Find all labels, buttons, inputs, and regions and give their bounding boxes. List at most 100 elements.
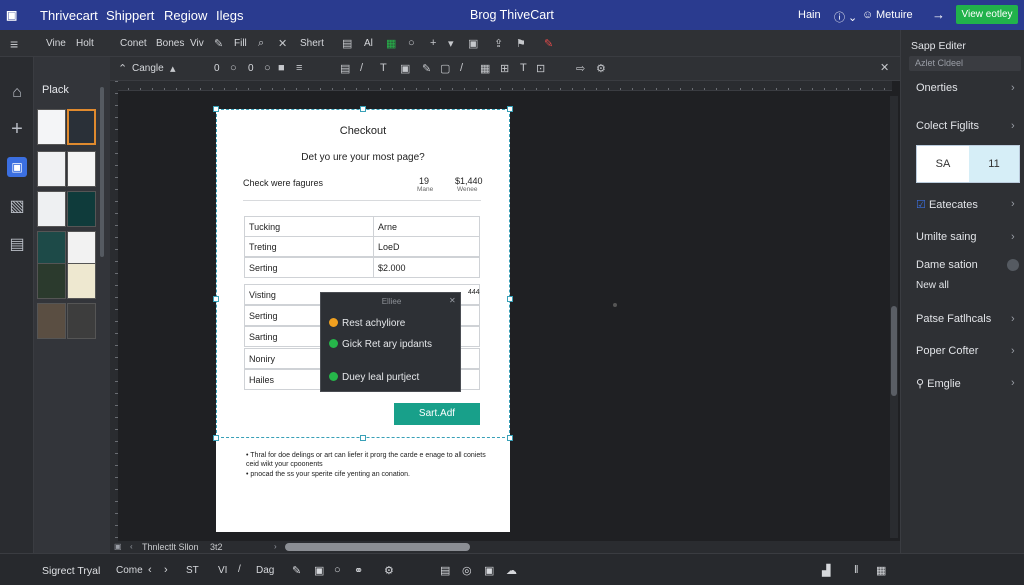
chevron-right-icon[interactable]: › — [1011, 313, 1015, 325]
send-icon[interactable]: ⇨ — [576, 62, 585, 75]
image-icon[interactable]: ▣ — [468, 37, 478, 50]
dag-label[interactable]: Dag — [256, 565, 274, 576]
toolbar-fill[interactable]: Fill — [234, 38, 247, 49]
toolbar-holt[interactable]: Holt — [76, 38, 94, 49]
panel-item-eatecates[interactable]: ☑ Eatecates — [916, 198, 978, 211]
box-icon[interactable]: ▢ — [440, 62, 450, 75]
toggle-icon[interactable] — [1007, 259, 1019, 271]
panel-item-dame[interactable]: Dame sation — [916, 259, 978, 271]
popup-item[interactable]: Duey leal purtject — [329, 372, 419, 383]
resize-handle[interactable] — [507, 435, 513, 441]
dropdown-icon[interactable]: ▾ — [448, 37, 454, 50]
settings-icon[interactable]: ⚙ — [596, 62, 606, 75]
layout-icon[interactable]: ▤ — [342, 37, 352, 50]
close-panel-icon[interactable]: ✕ — [880, 61, 889, 74]
popup-item[interactable]: Gick Ret ary ipdants — [329, 339, 432, 350]
help-icon[interactable]: ⓘ ⌄ — [834, 9, 857, 25]
resize-handle[interactable] — [507, 106, 513, 112]
resize-handle[interactable] — [360, 106, 366, 112]
page-thumbnail[interactable] — [37, 263, 66, 299]
italic-icon[interactable]: / — [360, 62, 363, 74]
pen-icon[interactable]: ✎ — [292, 564, 301, 577]
pause-icon[interactable]: ‖ — [854, 564, 859, 576]
page-thumbnail[interactable] — [67, 231, 96, 267]
toolbar-shert[interactable]: Shert — [300, 38, 324, 49]
panel-item-umilte[interactable]: Umilte saing — [916, 231, 977, 243]
toolbar-al[interactable]: Al — [364, 38, 373, 49]
page-thumbnail[interactable] — [37, 191, 66, 227]
link-icon[interactable]: ⊞ — [500, 62, 509, 75]
come-label[interactable]: Come — [116, 565, 143, 576]
resize-handle[interactable] — [213, 435, 219, 441]
st-label[interactable]: ST — [186, 565, 199, 576]
horizontal-scroll-bar[interactable]: ▣ ‹ Thnlectlt Sllon 3t2 › — [110, 541, 900, 553]
circle-small-icon[interactable]: ○ — [230, 62, 237, 74]
page-thumbnail[interactable] — [67, 191, 96, 227]
chevron-right-icon[interactable]: › — [274, 542, 277, 551]
page-thumbnail[interactable] — [37, 303, 66, 339]
home-icon[interactable]: ⌂ — [7, 83, 27, 103]
page-thumbnail[interactable] — [37, 151, 66, 187]
document-icon[interactable]: ▤ — [440, 564, 450, 577]
page-thumbnail[interactable] — [67, 263, 96, 299]
settings-icon[interactable]: ⚙ — [384, 564, 394, 577]
page-thumbnail[interactable] — [37, 231, 66, 267]
pages-icon[interactable]: ▣ — [7, 157, 27, 177]
hain-link[interactable]: Hain — [798, 9, 821, 21]
chevron-right-icon[interactable]: › — [1011, 377, 1015, 389]
add-icon[interactable]: + — [7, 119, 27, 139]
metuire-link[interactable]: Metuire — [876, 9, 913, 21]
pencil-icon[interactable]: ✎ — [214, 37, 223, 50]
alert-icon[interactable]: ✎ — [544, 37, 553, 50]
plus-icon[interactable]: + — [430, 37, 436, 49]
resize-handle[interactable] — [213, 296, 219, 302]
view-button[interactable]: View eotley — [956, 5, 1018, 24]
arrow-right-icon[interactable]: → — [932, 7, 945, 22]
box-icon[interactable]: ▣ — [114, 542, 122, 551]
pages-scrollbar[interactable] — [100, 87, 104, 257]
resize-handle[interactable] — [213, 106, 219, 112]
size-card[interactable]: SA 11 — [916, 145, 1020, 183]
hamburger-menu-icon[interactable]: ≡ — [10, 36, 18, 52]
zero-value-2[interactable]: 0 — [248, 63, 254, 74]
resize-handle[interactable] — [507, 296, 513, 302]
canvas-label[interactable]: Cangle — [132, 63, 164, 74]
italic-icon[interactable]: / — [238, 564, 241, 575]
grid-icon[interactable]: ▦ — [386, 37, 396, 50]
menu-ilegs[interactable]: Ilegs — [216, 8, 243, 23]
toolbar-vine[interactable]: Vine — [46, 38, 66, 49]
page-thumbnail[interactable] — [67, 303, 96, 339]
chevron-right-icon[interactable]: › — [164, 564, 168, 576]
toolbar-bones[interactable]: Bones — [156, 38, 184, 49]
tag-icon[interactable]: ⚑ — [516, 37, 526, 50]
horizontal-scroll-thumb[interactable] — [285, 543, 470, 551]
chevron-right-icon[interactable]: › — [1011, 345, 1015, 357]
fill-icon[interactable]: ▣ — [400, 62, 410, 75]
vertical-scrollbar[interactable] — [890, 96, 898, 538]
chevron-right-icon[interactable]: › — [1011, 120, 1015, 132]
close-icon[interactable]: ✕ — [278, 37, 287, 50]
brush-icon[interactable]: ✎ — [422, 62, 431, 75]
chevron-right-icon[interactable]: › — [1011, 231, 1015, 243]
target-icon[interactable]: ◎ — [462, 564, 472, 577]
triangle-icon[interactable]: ▴ — [170, 62, 176, 75]
panel-item-emglie[interactable]: ⚲ Emglie — [916, 377, 961, 390]
vi-label[interactable]: VI — [218, 565, 227, 576]
camera-icon[interactable]: ▣ — [314, 564, 324, 577]
cloud-icon[interactable]: ☁ — [506, 564, 517, 577]
chevron-left-icon[interactable]: ‹ — [148, 564, 152, 576]
circle-icon[interactable]: ○ — [408, 37, 415, 49]
vertical-scroll-thumb[interactable] — [891, 306, 897, 396]
media-icon[interactable]: ▧ — [7, 197, 27, 217]
panel-item-newall[interactable]: New all — [916, 280, 949, 291]
toolbar-viv[interactable]: Viv — [190, 38, 204, 49]
panel-search-field[interactable]: Azlet Cldeel — [909, 56, 1021, 71]
menu-regiow[interactable]: Regiow — [164, 8, 207, 23]
resize-handle[interactable] — [360, 435, 366, 441]
start-button[interactable]: Sart.Adf — [394, 403, 480, 425]
align-icon[interactable]: ≡ — [296, 62, 302, 74]
checkbox-icon[interactable]: ☑ — [916, 199, 926, 211]
zero-value-1[interactable]: 0 — [214, 63, 220, 74]
panel-item-onerties[interactable]: Onerties — [916, 82, 958, 94]
text-icon[interactable]: T — [380, 62, 387, 74]
